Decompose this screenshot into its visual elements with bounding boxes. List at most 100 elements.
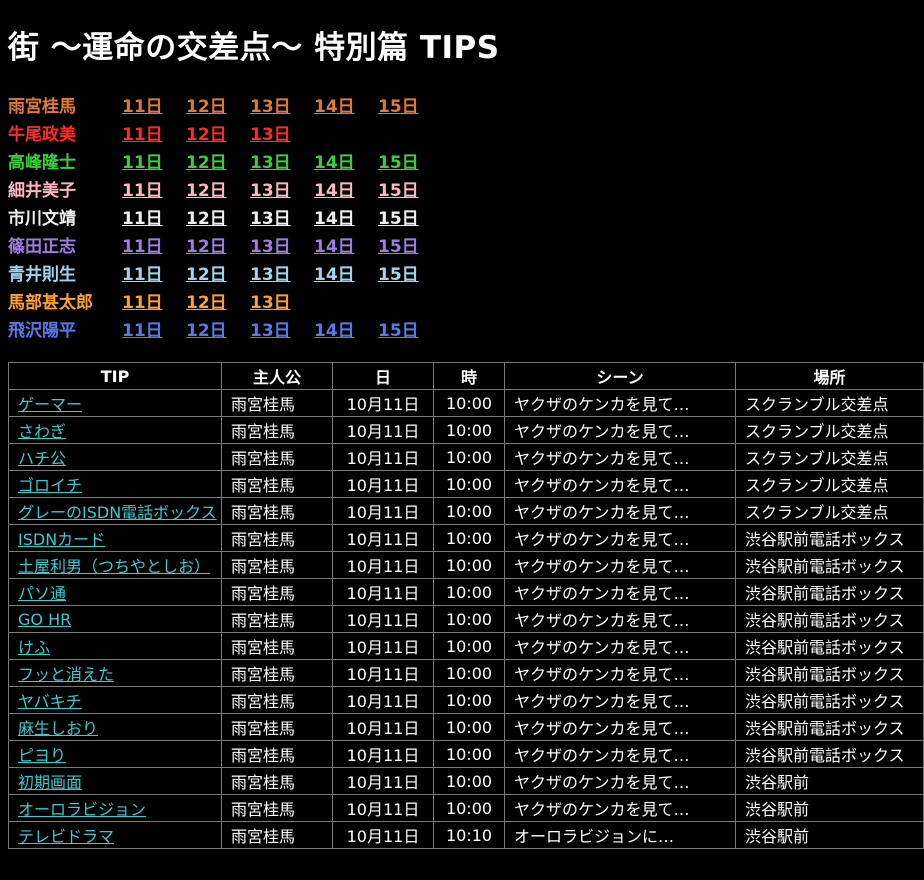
day-link[interactable]: 15日: [378, 316, 442, 341]
day-link[interactable]: 12日: [186, 260, 250, 285]
tip-cell: グレーのISDN電話ボックス: [8, 497, 222, 525]
scene-cell: ヤクザのケンカを見て…: [504, 767, 736, 795]
time-cell: 10:00: [433, 470, 505, 498]
day-link[interactable]: 11日: [122, 316, 186, 341]
day-link[interactable]: 14日: [314, 204, 378, 229]
day-link[interactable]: 11日: [122, 204, 186, 229]
tip-cell: けふ: [8, 632, 222, 660]
day-link[interactable]: 13日: [250, 176, 314, 201]
day-link[interactable]: 15日: [378, 260, 442, 285]
place-cell: 渋谷駅前電話ボックス: [735, 659, 924, 687]
day-link[interactable]: 12日: [186, 288, 250, 313]
day-link[interactable]: 15日: [378, 92, 442, 117]
hero-cell: 雨宮桂馬: [221, 632, 333, 660]
place-cell: スクランブル交差点: [735, 497, 924, 525]
day-link[interactable]: 12日: [186, 176, 250, 201]
day-link[interactable]: 12日: [186, 120, 250, 145]
day-link[interactable]: 14日: [314, 176, 378, 201]
tip-link[interactable]: けふ: [18, 638, 50, 657]
tip-link[interactable]: ゲーマー: [18, 395, 82, 414]
day-cell: 10月11日: [332, 497, 434, 525]
table-row: ゲーマー 雨宮桂馬 10月11日 10:00 ヤクザのケンカを見て… スクランブル交差点: [8, 389, 924, 417]
day-link[interactable]: 15日: [378, 176, 442, 201]
day-link[interactable]: 11日: [122, 288, 186, 313]
place-cell: スクランブル交差点: [735, 443, 924, 471]
tip-cell: 初期画面: [8, 767, 222, 795]
time-cell: 10:00: [433, 416, 505, 444]
header-place: 場所: [735, 362, 924, 390]
tips-table: TIP 主人公 日 時 シーン 場所 ゲーマー 雨宮桂馬 10月11日 10:00 ヤク…: [8, 362, 924, 849]
day-link[interactable]: 13日: [250, 232, 314, 257]
scene-cell: ヤクザのケンカを見て…: [504, 470, 736, 498]
day-link[interactable]: 13日: [250, 316, 314, 341]
tip-link[interactable]: GO HR: [18, 610, 71, 629]
tip-link[interactable]: パソ通: [18, 584, 66, 603]
hero-cell: 雨宮桂馬: [221, 551, 333, 579]
table-row: けふ 雨宮桂馬 10月11日 10:00 ヤクザのケンカを見て… 渋谷駅前電話ボックス: [8, 632, 924, 660]
tip-link[interactable]: ゴロイチ: [18, 476, 82, 495]
scene-cell: ヤクザのケンカを見て…: [504, 713, 736, 741]
table-header-row: TIP 主人公 日 時 シーン 場所: [8, 362, 924, 390]
day-link[interactable]: 13日: [250, 260, 314, 285]
day-link[interactable]: 11日: [122, 120, 186, 145]
header-tip: TIP: [8, 362, 222, 390]
day-link[interactable]: 15日: [378, 204, 442, 229]
day-link[interactable]: 12日: [186, 232, 250, 257]
day-link[interactable]: 12日: [186, 204, 250, 229]
day-cell: 10月11日: [332, 389, 434, 417]
table-row: フッと消えた 雨宮桂馬 10月11日 10:00 ヤクザのケンカを見て… 渋谷駅前電話ボッ…: [8, 659, 924, 687]
table-row: 土屋利男（つちやとしお） 雨宮桂馬 10月11日 10:00 ヤクザのケンカを見て… 渋谷…: [8, 551, 924, 579]
hero-cell: 雨宮桂馬: [221, 416, 333, 444]
tip-link[interactable]: さわぎ: [18, 422, 66, 441]
day-link[interactable]: 13日: [250, 288, 314, 313]
day-link[interactable]: 13日: [250, 120, 314, 145]
tip-cell: さわぎ: [8, 416, 222, 444]
day-link[interactable]: 11日: [122, 148, 186, 173]
hero-cell: 雨宮桂馬: [221, 794, 333, 822]
tip-link[interactable]: ヤバキチ: [18, 692, 82, 711]
place-cell: 渋谷駅前電話ボックス: [735, 632, 924, 660]
place-cell: 渋谷駅前電話ボックス: [735, 740, 924, 768]
scene-cell: ヤクザのケンカを見て…: [504, 578, 736, 606]
character-name: 篠田正志: [8, 236, 76, 257]
tip-link[interactable]: オーロラビジョン: [18, 800, 146, 819]
day-link[interactable]: 15日: [378, 148, 442, 173]
scene-cell: ヤクザのケンカを見て…: [504, 524, 736, 552]
day-link[interactable]: 11日: [122, 176, 186, 201]
place-cell: 渋谷駅前: [735, 821, 924, 849]
tip-link[interactable]: テレビドラマ: [18, 827, 114, 846]
day-link[interactable]: 13日: [250, 92, 314, 117]
hero-cell: 雨宮桂馬: [221, 470, 333, 498]
day-link[interactable]: 15日: [378, 232, 442, 257]
day-cell: 10月11日: [332, 470, 434, 498]
day-link[interactable]: 13日: [250, 148, 314, 173]
day-link[interactable]: 14日: [314, 316, 378, 341]
day-link[interactable]: 14日: [314, 260, 378, 285]
day-link[interactable]: 12日: [186, 92, 250, 117]
tip-link[interactable]: ハチ公: [18, 449, 66, 468]
tip-cell: ISDNカード: [8, 524, 222, 552]
day-link[interactable]: 13日: [250, 204, 314, 229]
time-cell: 10:00: [433, 497, 505, 525]
tip-link[interactable]: 麻生しおり: [18, 719, 98, 738]
character-list: 雨宮桂馬 11日 12日 13日 14日 15日 牛尾政美 11日 12日 13日 高峰隆士 11日 1…: [8, 90, 442, 342]
table-row: ヤバキチ 雨宮桂馬 10月11日 10:00 ヤクザのケンカを見て… 渋谷駅前電話ボックス: [8, 686, 924, 714]
header-hero: 主人公: [221, 362, 333, 390]
tip-link[interactable]: ピヨり: [18, 746, 66, 765]
tip-link[interactable]: 土屋利男（つちやとしお）: [18, 557, 210, 576]
day-link[interactable]: 11日: [122, 232, 186, 257]
time-cell: 10:00: [433, 389, 505, 417]
day-link[interactable]: 14日: [314, 148, 378, 173]
tip-link[interactable]: フッと消えた: [18, 665, 114, 684]
day-link[interactable]: 12日: [186, 148, 250, 173]
table-row: パソ通 雨宮桂馬 10月11日 10:00 ヤクザのケンカを見て… 渋谷駅前電話ボックス: [8, 578, 924, 606]
tip-link[interactable]: ISDNカード: [18, 530, 105, 549]
day-link[interactable]: 14日: [314, 92, 378, 117]
day-link[interactable]: 11日: [122, 92, 186, 117]
tip-link[interactable]: 初期画面: [18, 773, 82, 792]
tip-link[interactable]: グレーのISDN電話ボックス: [18, 503, 217, 522]
day-link[interactable]: 11日: [122, 260, 186, 285]
day-link[interactable]: 14日: [314, 232, 378, 257]
day-link[interactable]: 12日: [186, 316, 250, 341]
day-cell: 10月11日: [332, 686, 434, 714]
